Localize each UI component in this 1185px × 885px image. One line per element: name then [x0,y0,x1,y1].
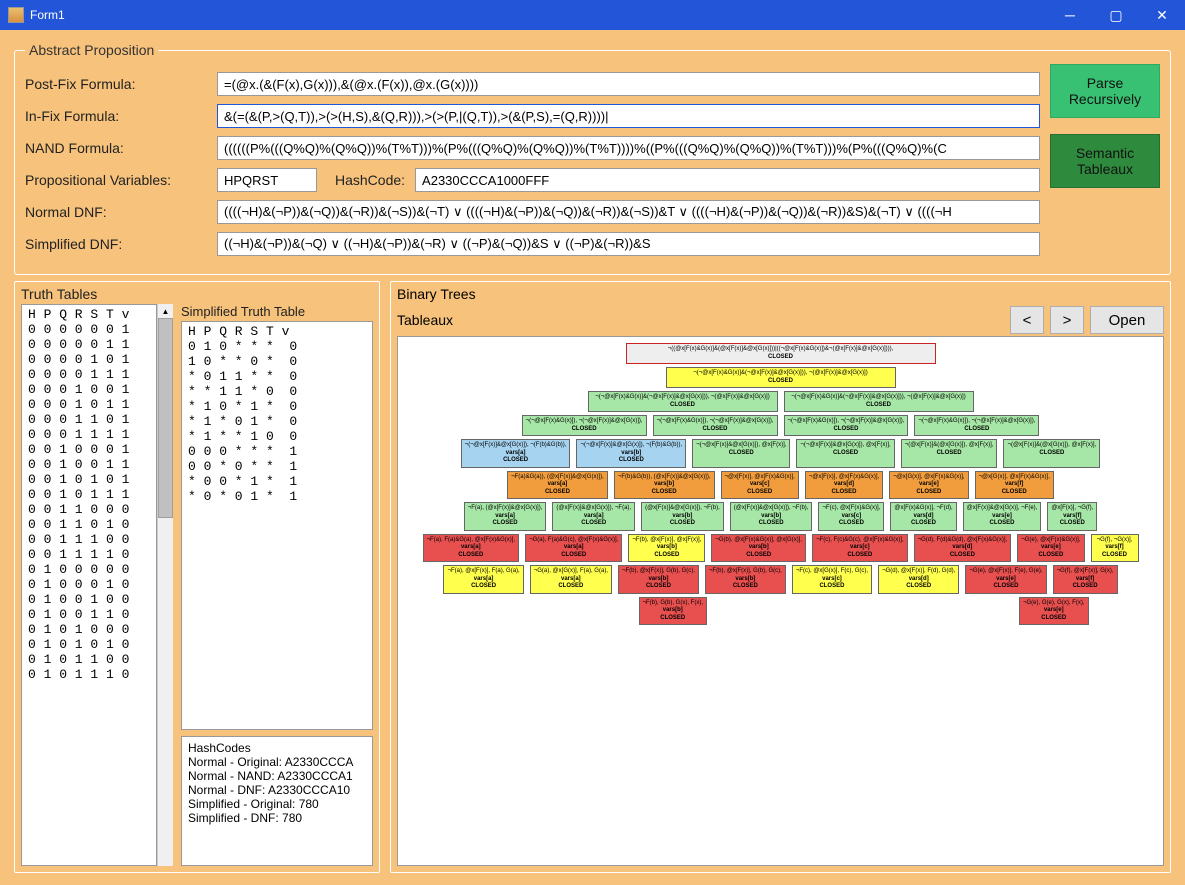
tree-node: (@x[F(x)]&@x[G(x)]), ¬F(b),vars[b]CLOSED [730,502,813,531]
nand-input[interactable] [217,136,1040,160]
tree-node: ¬F(b)&G(b)), (@x[F(x)]&@x[G(x)]),vars[b]… [614,471,715,500]
infix-label: In-Fix Formula: [25,108,213,124]
simplified-tt-title: Simplified Truth Table [181,304,373,319]
abstract-proposition-group: Abstract Proposition Post-Fix Formula: I… [14,42,1171,275]
hashcodes-box[interactable]: HashCodes Normal - Original: A2330CCCA N… [181,736,373,866]
tree-node: ¬F(a), (@x[F(x)]&@x[G(x)]),vars[a]CLOSED [464,502,547,531]
ndnf-label: Normal DNF: [25,204,213,220]
truth-table-scrollbar[interactable]: ▲ [157,304,173,866]
nand-label: NAND Formula: [25,140,213,156]
tableaux-title: Tableaux [397,312,453,328]
propvars-input[interactable] [217,168,317,192]
tree-node: ¬G(f), ¬G(x)],vars[f]CLOSED [1091,534,1139,563]
tree-node: ¬F(c), @x[G(x)], F(c), G(c),vars[c]CLOSE… [792,565,872,594]
tree-node: ¬F(b), @x[F(x)], @x[F(x)],vars[b]CLOSED [628,534,705,563]
tree-node: ¬F(b), @x[F(x)], G(b), G(c),vars[b]CLOSE… [705,565,786,594]
tree-node: ¬G(e), G(e), G(x), F(x),vars[e]CLOSED [1019,597,1089,626]
truth-tables-panel: Truth Tables H P Q R S T v 0 0 0 0 0 0 1… [14,281,380,873]
tree-node: (@x[F(x)]&@x[G(x)]), ¬F(b),vars[b]CLOSED [641,502,724,531]
truth-tables-title: Truth Tables [21,286,373,302]
tree-node: ¬G(e), @x[F(x)], F(e), G(e),vars[e]CLOSE… [965,565,1046,594]
tree-canvas[interactable]: ¬((@x[F(x)&G(x)]&(@x[F(x)]&@x[G(x)]))|((… [397,336,1164,866]
postfix-label: Post-Fix Formula: [25,76,213,92]
tree-node: ¬F(c), @x[F(x)&G(x)],vars[c]CLOSED [818,502,884,531]
tree-node: @x[F(x)], ¬G(f),vars[f]CLOSED [1047,502,1097,531]
tree-node: ¬F(a)&G(a)), (@x[F(x)]&@x[G(x)]),vars[a]… [507,471,608,500]
tree-prev-button[interactable]: < [1010,306,1044,334]
tree-node: ¬F(b), @x[F(x)], G(b), G(c),vars[b]CLOSE… [618,565,699,594]
tree-node: ¬G(f), @x[F(x)], G(x),vars[f]CLOSED [1053,565,1118,594]
sdnf-input[interactable] [217,232,1040,256]
tree-node: ¬(¬@x[F(x)&G(x)]), ¬(¬@x[F(x)]&@x[G(x)])… [784,415,909,436]
tree-node: ¬(¬@x[F(x)]&@x[G(x)]), ¬(F(b)&G(b)),vars… [461,439,571,468]
tree-node: ¬@x[G(x)], @x[F(x)&G(x)],vars[f]CLOSED [975,471,1054,500]
tree-node: ¬G(b), @x[F(x)&G(x)], @x[G(x)],vars[b]CL… [711,534,806,563]
tree-node: ¬(@x[F(x)]&(@x[G(x)]), @x[F(x)],CLOSED [1003,439,1100,468]
minimize-button[interactable]: ─ [1047,0,1093,30]
sdnf-label: Simplified DNF: [25,236,213,252]
close-button[interactable]: ✕ [1139,0,1185,30]
window-titlebar: Form1 ─ ▢ ✕ [0,0,1185,30]
tree-node: ¬F(a), F(a)&G(a), @x[F(x)&G(x)],vars[a]C… [423,534,520,563]
hashcode-input[interactable] [415,168,1040,192]
tree-node: ¬G(d), @x[F(x)], F(d), G(d),vars[d]CLOSE… [878,565,959,594]
binary-trees-title: Binary Trees [397,286,476,302]
scroll-up-icon[interactable]: ▲ [158,304,173,318]
tree-node: ¬(¬@x[F(x)&G(x)]&(¬@x[F(x)]&@x[G(x)])), … [588,391,778,412]
tree-node: ¬(¬@x[F(x)&G(x)]&(¬@x[F(x)]&@x[G(x)])), … [666,367,896,388]
propvars-label: Propositional Variables: [25,172,213,188]
tree-open-button[interactable]: Open [1090,306,1164,334]
hashcode-label: HashCode: [321,172,411,188]
ndnf-input[interactable] [217,200,1040,224]
tree-node: ¬@x[G(x)], @x[F(x)&G(x)],vars[e]CLOSED [889,471,968,500]
tree-node: @x[F(x)&G(x)], ¬F(d),vars[d]CLOSED [890,502,956,531]
simplified-truth-table-list[interactable]: H P Q R S T v 0 1 0 * * * 0 1 0 * * 0 * … [181,321,373,730]
maximize-button[interactable]: ▢ [1093,0,1139,30]
scroll-thumb[interactable] [158,318,173,518]
tree-node: ¬(¬@x[F(x)]&@x[G(x)]), @x[F(x)],CLOSED [692,439,790,468]
semantic-tableaux-button[interactable]: Semantic Tableaux [1050,134,1160,188]
tree-node: ¬(¬@x[F(x)&G(x)]), ¬(¬@x[F(x)]&@x[G(x)])… [522,415,647,436]
tree-node: ¬(¬@x[F(x)&G(x)]&(¬@x[F(x)]&@x[G(x)])), … [784,391,974,412]
abstract-legend: Abstract Proposition [25,42,158,58]
tree-node: ¬F(a), @x[F(x)], F(a), G(a),vars[a]CLOSE… [443,565,523,594]
tree-node: ¬(¬@x[F(x)&G(x)]), ¬(¬@x[F(x)]&@x[G(x)])… [914,415,1039,436]
infix-input[interactable] [217,104,1040,128]
tree-node: ¬G(d), F(d)&G(d), @x[F(x)&G(x)],vars[d]C… [914,534,1012,563]
truth-table-list[interactable]: H P Q R S T v 0 0 0 0 0 0 1 0 0 0 0 0 1 … [21,304,157,866]
postfix-input[interactable] [217,72,1040,96]
tree-node: ¬@x[F(x)], @x[F(x)&G(x)],vars[c]CLOSED [721,471,799,500]
window-title: Form1 [30,8,65,22]
parse-recursively-button[interactable]: Parse Recursively [1050,64,1160,118]
tree-node: ¬G(e), @x[F(x)&G(x)],vars[e]CLOSED [1017,534,1084,563]
tree-next-button[interactable]: > [1050,306,1084,334]
tree-node: ¬(@x[F(x)]&(@x[G(x)]), @x[F(x)],CLOSED [901,439,998,468]
tree-node: ¬G(a), @x[G(x)], F(a), G(a),vars[a]CLOSE… [530,565,612,594]
tree-node: ¬((@x[F(x)&G(x)]&(@x[F(x)]&@x[G(x)]))|((… [626,343,936,364]
tree-node: ¬@x[F(x)], @x[F(x)&G(x)],vars[d]CLOSED [805,471,883,500]
tree-node: ¬(¬@x[F(x)&G(x)]), ¬(¬@x[F(x)]&@x[G(x)])… [653,415,778,436]
tree-node: @x[F(x)]&@x[G(x)], ¬F(e),vars[e]CLOSED [963,502,1042,531]
tree-node: ¬F(b), G(b), G(x), F(x),vars[b]CLOSED [639,597,708,626]
tree-node: (@x[F(x)]&@x[G(x)]), ¬F(a),vars[a]CLOSED [552,502,635,531]
tree-node: ¬(¬@x[F(x)]&@x[G(x)]), ¬(F(b)&G(b)),vars… [576,439,686,468]
tree-node: ¬F(c), F(c)&G(c), @x[F(x)&G(x)],vars[c]C… [812,534,908,563]
tree-node: ¬G(a), F(a)&G(c), @x[F(x)&G(x)],vars[a]C… [525,534,622,563]
binary-trees-panel: Binary Trees Tableaux < > Open ¬((@x[F(x… [390,281,1171,873]
tree-node: ¬(¬@x[F(x)]&@x[G(x)]), @x[F(x)],CLOSED [796,439,894,468]
app-icon [8,7,24,23]
